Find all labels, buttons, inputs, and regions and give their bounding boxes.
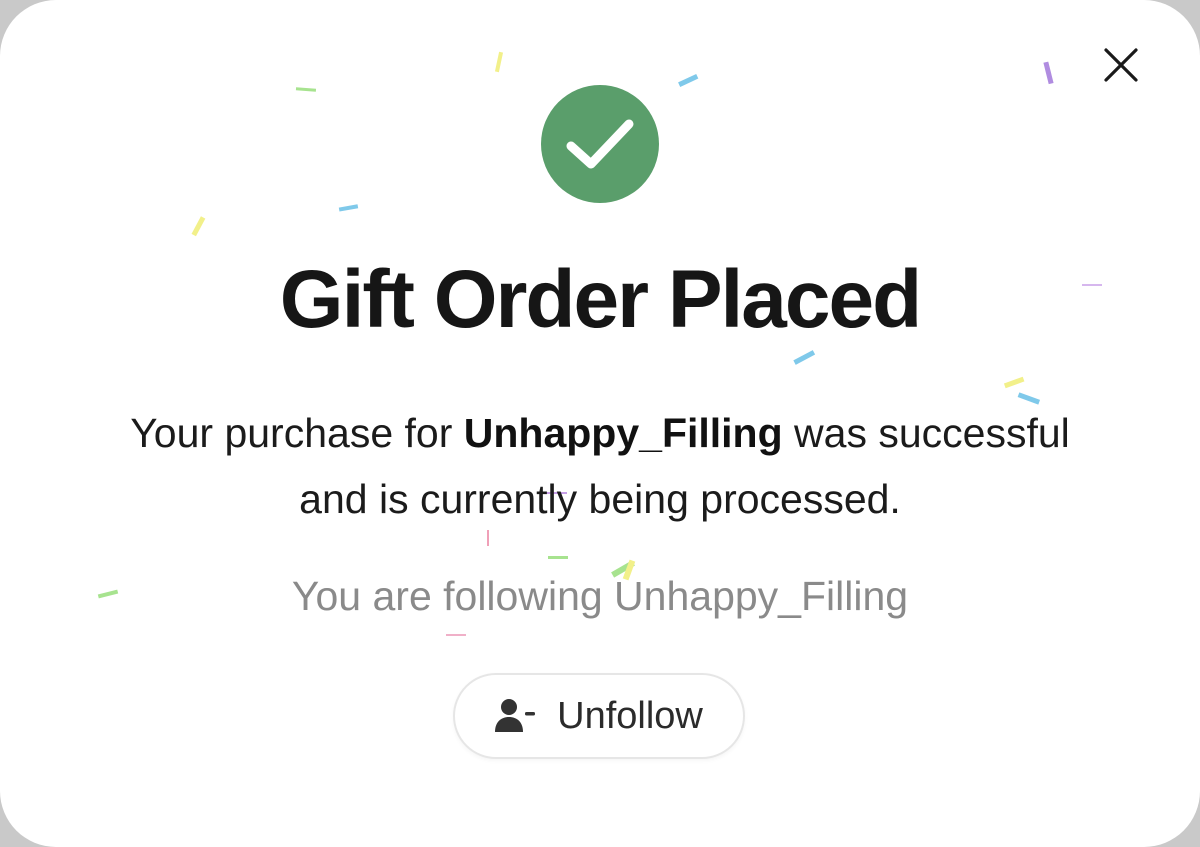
- unfollow-label: Unfollow: [557, 695, 703, 737]
- checkmark-icon: [566, 119, 634, 169]
- confirmation-message: Your purchase for Unhappy_Filling was su…: [100, 400, 1100, 532]
- unfollow-button[interactable]: Unfollow: [453, 673, 745, 759]
- gift-order-dialog: Gift Order Placed Your purchase for Unha…: [0, 0, 1200, 847]
- success-badge: [541, 85, 659, 203]
- recipient-name: Unhappy_Filling: [463, 410, 783, 456]
- close-button[interactable]: [1098, 42, 1144, 88]
- following-status: You are following Unhappy_Filling: [291, 573, 909, 619]
- message-prefix: Your purchase for: [130, 410, 464, 456]
- close-icon: [1104, 48, 1138, 82]
- user-minus-icon: [495, 699, 536, 732]
- dialog-title: Gift Order Placed: [279, 254, 922, 345]
